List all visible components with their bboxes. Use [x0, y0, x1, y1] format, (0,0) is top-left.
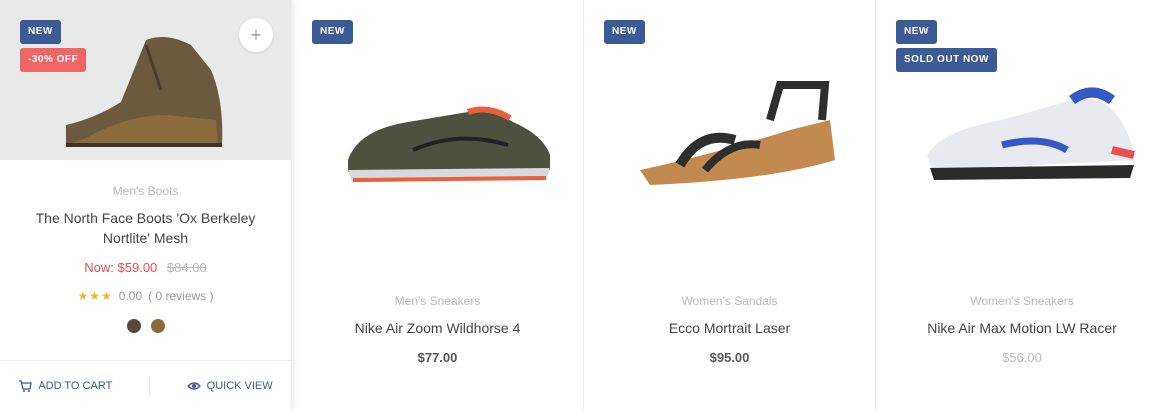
- product-name[interactable]: Ecco Mortrait Laser: [604, 318, 855, 338]
- sandal-image[interactable]: [610, 60, 850, 200]
- product-category: Men's Boots: [112, 184, 179, 198]
- quick-view-button[interactable]: QUICK VIEW: [186, 379, 273, 393]
- product-price: $56.00: [1002, 350, 1042, 365]
- badge-group: NEW -30% OFF: [20, 20, 87, 72]
- eye-icon: [186, 382, 201, 390]
- price-block: $77.00: [312, 350, 563, 365]
- product-media[interactable]: NEW SOLD OUT NOW: [876, 0, 1168, 180]
- product-name[interactable]: Nike Air Max Motion LW Racer: [896, 318, 1148, 338]
- product-card[interactable]: NEW Men's Sneakers Nike Air Zoom Wildhor…: [292, 0, 584, 411]
- add-to-cart-button[interactable]: ADD TO CART: [18, 379, 112, 393]
- price-block: $95.00: [604, 350, 855, 365]
- product-card[interactable]: NEW SOLD OUT NOW Women's Sneakers Nike A…: [876, 0, 1168, 411]
- product-name[interactable]: Nike Air Zoom Wildhorse 4: [312, 318, 563, 338]
- product-card[interactable]: NEW -30% OFF + Men's Boots The North Fac…: [0, 0, 292, 411]
- sold-out-badge: SOLD OUT NOW: [896, 48, 997, 72]
- product-name[interactable]: The North Face Boots 'Ox Berkeley Nortli…: [20, 208, 271, 248]
- product-media[interactable]: NEW -30% OFF +: [0, 0, 291, 160]
- color-swatches: [20, 319, 271, 333]
- product-price: $77.00: [417, 350, 458, 365]
- sale-badge: -30% OFF: [20, 48, 87, 72]
- product-card[interactable]: NEW Women's Sandals Ecco Mortrait Laser …: [584, 0, 876, 411]
- badge-group: NEW: [604, 20, 645, 44]
- old-price: $84.00: [166, 260, 207, 275]
- action-divider: [148, 376, 150, 396]
- price-block: Now: $59.00 $84.00: [20, 260, 271, 275]
- product-price: $95.00: [709, 350, 750, 365]
- star-icons: ★★★: [77, 289, 113, 303]
- product-category: Women's Sandals: [681, 294, 778, 308]
- product-media[interactable]: NEW: [292, 0, 583, 182]
- color-swatch[interactable]: [150, 319, 165, 333]
- badge-group: NEW SOLD OUT NOW: [896, 20, 997, 72]
- new-badge: NEW: [896, 20, 937, 44]
- product-category: Women's Sneakers: [970, 294, 1074, 308]
- card-actions: ADD TO CART QUICK VIEW: [0, 360, 291, 411]
- review-count[interactable]: ( 0 reviews ): [148, 289, 213, 303]
- runner-shoe-image[interactable]: [318, 60, 558, 200]
- quick-view-label: QUICK VIEW: [206, 380, 273, 392]
- badge-group: NEW: [312, 20, 353, 44]
- new-badge: NEW: [20, 20, 61, 44]
- product-grid: NEW -30% OFF + Men's Boots The North Fac…: [0, 0, 1170, 411]
- wishlist-plus-icon[interactable]: +: [239, 18, 273, 52]
- rating: ★★★ 0.00 ( 0 reviews ): [20, 289, 271, 303]
- cart-icon: [19, 380, 33, 392]
- product-media[interactable]: NEW: [584, 0, 875, 185]
- product-category: Men's Sneakers: [394, 294, 481, 308]
- color-swatch[interactable]: [126, 319, 141, 333]
- add-to-cart-label: ADD TO CART: [38, 380, 113, 392]
- sale-price: Now: $59.00: [84, 260, 158, 275]
- new-badge: NEW: [604, 20, 645, 44]
- new-badge: NEW: [312, 20, 353, 44]
- rating-value: 0.00: [118, 289, 143, 303]
- sneaker-image[interactable]: [902, 60, 1142, 200]
- price-block: $56.00: [896, 350, 1148, 365]
